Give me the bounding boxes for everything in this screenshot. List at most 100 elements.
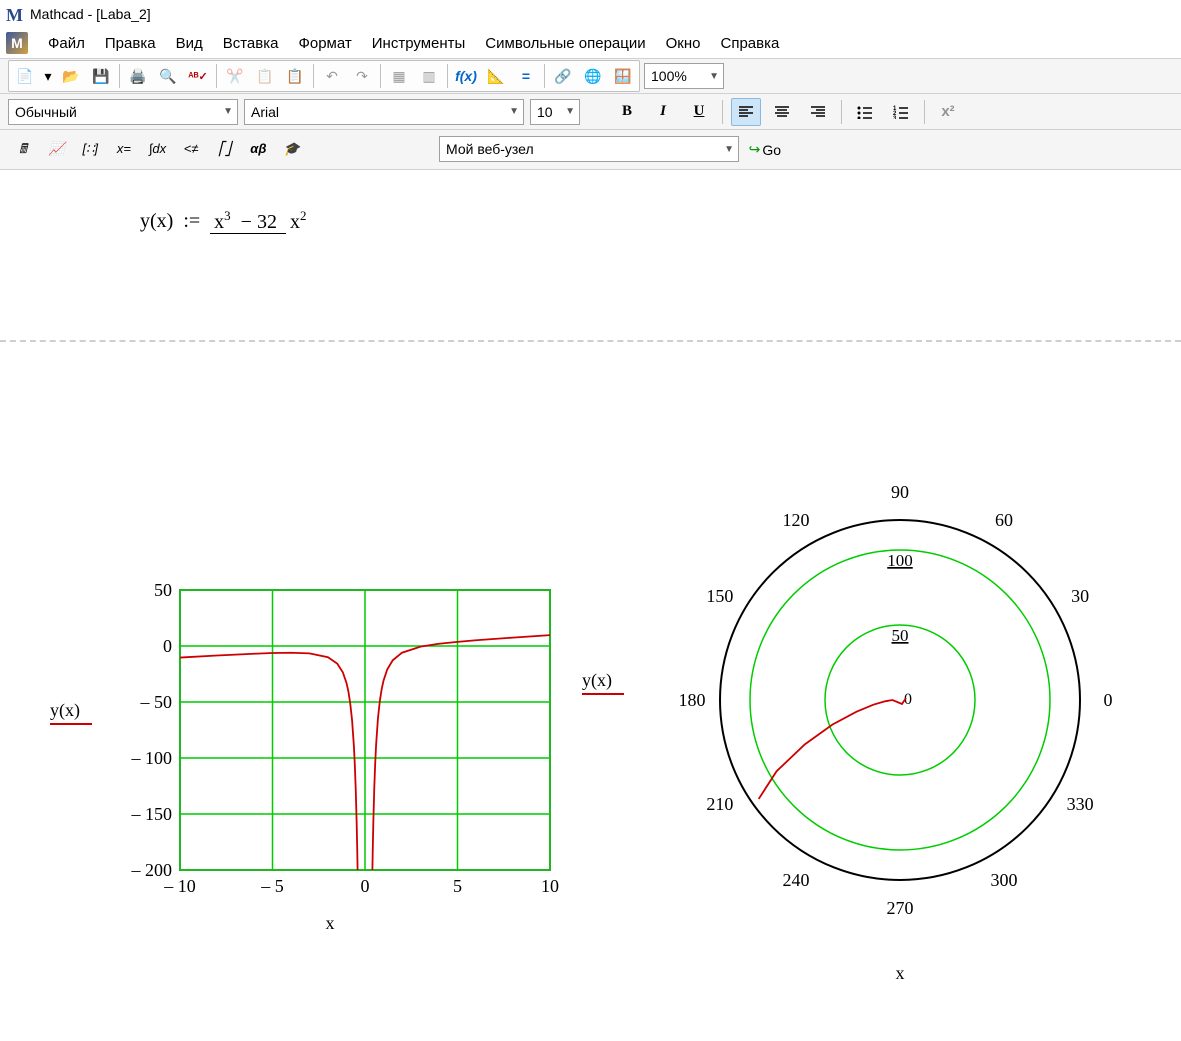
align-center-icon — [774, 105, 790, 119]
svg-text:– 200: – 200 — [131, 860, 173, 880]
go-label: Go — [762, 142, 781, 158]
greek-palette-button[interactable]: αβ — [243, 134, 273, 162]
svg-text:3: 3 — [893, 116, 897, 119]
worksheet[interactable]: y(x) := x3 − 32 x2 y(x) – 10– 50510– 200… — [0, 170, 1181, 1030]
polar-plot-region[interactable]: y(x) 50100003060901201501802102402703003… — [640, 440, 1160, 984]
svg-text:90: 90 — [891, 482, 909, 502]
menu-window[interactable]: Окно — [656, 31, 711, 56]
calculate-button[interactable]: = — [512, 63, 540, 89]
polar-ylabel: y(x) — [582, 670, 612, 690]
chevron-down-icon: ▼ — [724, 144, 734, 155]
go-button[interactable]: ↪ Go — [743, 137, 787, 163]
units-button[interactable]: 📐 — [482, 63, 510, 89]
menu-file[interactable]: Файл — [38, 31, 95, 56]
symbolic-palette-button[interactable]: 🎓 — [277, 135, 307, 163]
resource-button[interactable]: 🌐 — [579, 63, 607, 89]
menu-insert[interactable]: Вставка — [213, 31, 289, 56]
bullet-list-button[interactable] — [850, 98, 880, 126]
programming-palette-button[interactable]: ⎡⎦ — [210, 135, 240, 163]
align-center-button[interactable] — [767, 98, 797, 126]
print-preview-button[interactable]: 🔍 — [154, 63, 182, 89]
menu-view[interactable]: Вид — [166, 31, 213, 56]
eq-num-base: x — [214, 211, 224, 233]
size-value: 10 — [537, 104, 553, 120]
svg-text:– 100: – 100 — [131, 748, 173, 768]
svg-text:50: 50 — [892, 626, 909, 645]
equation-region[interactable]: y(x) := x3 − 32 x2 — [140, 210, 310, 234]
xy-plot-region[interactable]: y(x) – 10– 50510– 200– 150– 100– 50050 x — [100, 580, 560, 934]
separate-regions-button[interactable]: ▥ — [415, 63, 443, 89]
new-button[interactable]: 📄 — [11, 63, 39, 89]
superscript-button[interactable]: x² — [933, 98, 963, 126]
web-dropdown[interactable]: Мой веб-узел ▼ — [439, 136, 739, 162]
spellcheck-button[interactable]: ᴬᴮ✓ — [184, 63, 212, 89]
xy-plot-svg: – 10– 50510– 200– 150– 100– 50050 — [100, 580, 560, 910]
chevron-down-icon: ▼ — [709, 71, 719, 82]
align-regions-button[interactable]: ▦ — [385, 63, 413, 89]
cut-button[interactable]: ✂️ — [221, 63, 249, 89]
app-icon: M — [6, 32, 28, 54]
eq-den-exp: 2 — [300, 208, 307, 223]
menu-help[interactable]: Справка — [710, 31, 789, 56]
align-right-icon — [810, 105, 826, 119]
new-dropdown[interactable]: ▾ — [41, 63, 55, 89]
graph-palette-button[interactable]: 📈 — [42, 135, 72, 163]
menu-tools[interactable]: Инструменты — [362, 31, 476, 56]
redo-button[interactable]: ↷ — [348, 63, 376, 89]
svg-text:5: 5 — [453, 876, 462, 896]
component-button[interactable]: 🔗 — [549, 63, 577, 89]
zoom-dropdown[interactable]: 100% ▼ — [644, 63, 724, 89]
eq-den-base: x — [290, 211, 300, 233]
evaluation-palette-button[interactable]: x= — [109, 134, 139, 162]
underline-button[interactable]: U — [684, 98, 714, 126]
fx-button[interactable]: f(x) — [452, 63, 480, 89]
font-value: Arial — [251, 104, 279, 120]
polar-xlabel: x — [640, 963, 1160, 984]
zoom-value: 100% — [651, 68, 687, 84]
web-value: Мой веб-узел — [446, 141, 534, 157]
number-list-button[interactable]: 123 — [886, 98, 916, 126]
svg-text:30: 30 — [1071, 586, 1089, 606]
svg-text:– 50: – 50 — [140, 692, 173, 712]
style-dropdown[interactable]: Обычный ▼ — [8, 99, 238, 125]
svg-text:– 150: – 150 — [131, 804, 173, 824]
svg-text:330: 330 — [1067, 794, 1094, 814]
font-dropdown[interactable]: Arial ▼ — [244, 99, 524, 125]
size-dropdown[interactable]: 10 ▼ — [530, 99, 580, 125]
align-left-button[interactable] — [731, 98, 761, 126]
menu-edit[interactable]: Правка — [95, 31, 166, 56]
page-break — [0, 340, 1181, 342]
window-button[interactable]: 🪟 — [609, 63, 637, 89]
menu-symbolics[interactable]: Символьные операции — [475, 31, 655, 56]
svg-text:300: 300 — [991, 870, 1018, 890]
svg-text:120: 120 — [783, 510, 810, 530]
style-value: Обычный — [15, 104, 77, 120]
eq-lhs: y(x) — [140, 210, 173, 232]
boolean-palette-button[interactable]: <≠ — [176, 134, 206, 162]
chevron-down-icon: ▼ — [223, 106, 233, 117]
menu-format[interactable]: Формат — [288, 31, 361, 56]
xy-ylabel: y(x) — [50, 700, 80, 720]
menubar: M Файл Правка Вид Вставка Формат Инструм… — [0, 28, 1181, 58]
open-button[interactable]: 📂 — [57, 63, 85, 89]
svg-text:180: 180 — [679, 690, 706, 710]
print-button[interactable]: 🖨️ — [124, 63, 152, 89]
copy-button[interactable]: 📋 — [251, 63, 279, 89]
svg-text:100: 100 — [887, 551, 913, 570]
bold-button[interactable]: B — [612, 98, 642, 126]
svg-text:60: 60 — [995, 510, 1013, 530]
chevron-down-icon: ▼ — [509, 106, 519, 117]
save-button[interactable]: 💾 — [87, 63, 115, 89]
chevron-down-icon: ▼ — [565, 106, 575, 117]
calculator-palette-button[interactable]: 🖩 — [8, 137, 38, 165]
format-toolbar: Обычный ▼ Arial ▼ 10 ▼ B I U 123 x² — [0, 94, 1181, 130]
undo-button[interactable]: ↶ — [318, 63, 346, 89]
matrix-palette-button[interactable]: [∷] — [75, 135, 105, 163]
bullet-list-icon — [857, 105, 873, 119]
align-right-button[interactable] — [803, 98, 833, 126]
calculus-palette-button[interactable]: ∫dx — [143, 134, 173, 162]
italic-button[interactable]: I — [648, 98, 678, 126]
paste-button[interactable]: 📋 — [281, 63, 309, 89]
eq-assign: := — [183, 210, 200, 232]
titlebar: M Mathcad - [Laba_2] — [0, 0, 1181, 28]
